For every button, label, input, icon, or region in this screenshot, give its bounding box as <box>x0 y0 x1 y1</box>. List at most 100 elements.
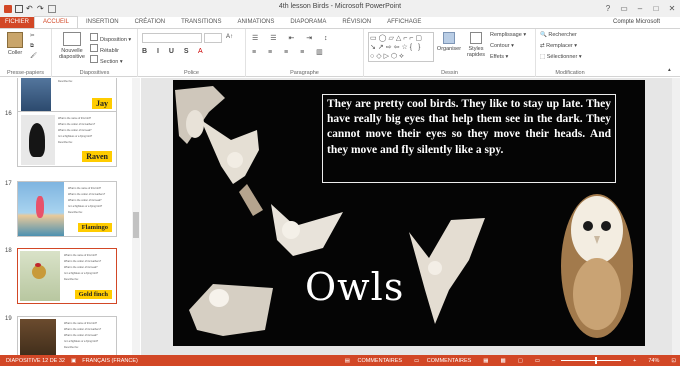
slide-counter[interactable]: DIAPOSITIVE 12 DE 32 <box>6 358 65 364</box>
slide-thumbnail[interactable]: What is the name of this bird? What is t… <box>17 181 117 237</box>
tab-transitions[interactable]: TRANSITIONS <box>173 17 229 28</box>
section-button[interactable]: Section ▾ <box>90 55 123 65</box>
slide-body-textbox[interactable]: They are pretty cool birds. They like to… <box>322 94 616 183</box>
tab-review[interactable]: RÉVISION <box>334 17 379 28</box>
status-right: ▤ COMMENTAIRES ▭ COMMENTAIRES ▦ ▩ ▢ ▭ – … <box>339 355 676 366</box>
ribbon-tabs: FICHIER ACCUEIL INSERTION CRÉATION TRANS… <box>0 16 680 29</box>
close-icon[interactable]: ✕ <box>664 0 680 16</box>
list-buttons[interactable]: ☰ ☰ ⇤ ⇥ ↕ <box>252 34 333 42</box>
font-size-box[interactable] <box>204 33 222 43</box>
cut-icon[interactable]: ✂ <box>30 33 35 39</box>
arrange-label: Organiser <box>436 46 462 52</box>
minimize-icon[interactable]: – <box>632 0 648 16</box>
quick-styles-button[interactable]: Styles rapides <box>464 32 488 58</box>
raven-image <box>21 115 55 165</box>
thumb-question: Describe the: <box>68 211 83 214</box>
zoom-out-icon[interactable]: – <box>552 358 555 364</box>
collapse-ribbon-icon[interactable]: ▴ <box>668 67 671 73</box>
tab-file[interactable]: FICHIER <box>0 17 34 28</box>
barn-owl-image <box>561 194 633 338</box>
group-label-paragraph: Paragraphe <box>290 70 319 76</box>
group-editing: 🔍 Rechercher ⇄ Remplacer ▾ ⬚ Sélectionne… <box>536 29 604 77</box>
new-slide-button[interactable]: Nouvelle diapositive <box>56 32 88 60</box>
replace-label: Remplacer <box>546 43 573 49</box>
font-style-buttons[interactable]: B I U S <box>142 48 193 55</box>
shape-outline-button[interactable]: Contour ▾ <box>490 43 514 49</box>
tab-design[interactable]: CRÉATION <box>127 17 174 28</box>
group-paragraph: ☰ ☰ ⇤ ⇥ ↕ ≡ ≡ ≡ ≡ ▥ Paragraphe <box>246 29 364 77</box>
quick-styles-label: Styles rapides <box>466 46 486 58</box>
thumb-bird-label: Gold finch <box>74 290 112 299</box>
ribbon-options-icon[interactable]: ▭ <box>616 0 632 16</box>
slide-sorter-icon[interactable]: ▩ <box>500 358 505 364</box>
thumb-question: Describe the: <box>58 141 73 144</box>
zoom-level[interactable]: 74% <box>648 358 659 364</box>
comments-label: COMMENTAIRES <box>426 357 472 364</box>
language-indicator[interactable]: FRANÇAIS (FRANCE) <box>82 358 138 364</box>
shape-effects-button[interactable]: Effets ▾ <box>490 54 508 60</box>
slide-number: 16 <box>5 111 12 117</box>
help-icon[interactable]: ? <box>600 0 616 16</box>
owl-image <box>271 204 343 256</box>
turkey-image <box>20 319 56 355</box>
maximize-icon[interactable]: □ <box>648 0 664 16</box>
thumbnail-scroll-thumb[interactable] <box>133 212 139 238</box>
slide-thumbnail[interactable]: Describe the: Jay <box>17 78 117 114</box>
font-color-icon[interactable]: A <box>198 48 203 55</box>
arrange-icon <box>443 32 455 44</box>
arrange-button[interactable]: Organiser <box>436 32 462 52</box>
tab-home[interactable]: ACCUEIL <box>34 16 79 28</box>
spellcheck-icon[interactable]: ▣ <box>71 358 76 364</box>
new-slide-label: Nouvelle diapositive <box>59 48 85 60</box>
grow-font-icon[interactable]: A↑ <box>226 34 233 40</box>
tab-insert[interactable]: INSERTION <box>78 17 127 28</box>
copy-icon[interactable]: ⧉ <box>30 43 34 50</box>
zoom-in-icon[interactable]: + <box>633 358 636 364</box>
group-label-drawing: Dessin <box>441 70 458 76</box>
slideshow-view-icon[interactable]: ▭ <box>535 358 540 364</box>
zoom-slider[interactable] <box>561 357 622 364</box>
tab-animations[interactable]: ANIMATIONS <box>229 17 282 28</box>
account-name[interactable]: Compte Microsoft <box>613 19 660 25</box>
owl-image <box>189 284 273 336</box>
layout-label: Disposition <box>100 37 127 43</box>
layout-button[interactable]: Disposition ▾ <box>90 33 131 43</box>
font-name-box[interactable] <box>142 33 202 43</box>
reset-button[interactable]: Rétablir <box>90 44 119 54</box>
paste-button[interactable]: Coller <box>4 32 26 56</box>
align-buttons[interactable]: ≡ ≡ ≡ ≡ ▥ <box>252 48 328 56</box>
slide-number: 19 <box>5 316 12 322</box>
comments-button[interactable]: ▭ COMMENTAIRES <box>414 358 471 364</box>
group-font: A↑ B I U S A Police <box>138 29 246 77</box>
find-button[interactable]: 🔍 Rechercher <box>540 32 577 38</box>
slide-scrollbar[interactable] <box>672 78 680 355</box>
slide-title[interactable]: Owls <box>305 265 404 309</box>
group-clipboard: Coller ✂ ⧉ 🖌 Presse-papiers <box>0 29 52 77</box>
slide-thumbnail[interactable]: What is the name of this bird? What is t… <box>17 316 117 355</box>
select-button[interactable]: ⬚ Sélectionner ▾ <box>540 54 582 60</box>
status-bar: DIAPOSITIVE 12 DE 32 ▣ FRANÇAIS (FRANCE)… <box>0 355 680 366</box>
reset-label: Rétablir <box>100 48 119 54</box>
normal-view-icon[interactable]: ▦ <box>483 358 488 364</box>
tab-view[interactable]: AFFICHAGE <box>379 17 429 28</box>
thumb-bird-label: Flamingo <box>77 223 112 232</box>
shapes-gallery[interactable]: ▭◯▱△⌐⌐▢ ↘↗⇨⇦☆{ } ○◇▷⬡⟡ <box>368 32 434 62</box>
thumb-bird-label: Jay <box>92 98 112 109</box>
replace-button[interactable]: ⇄ Remplacer ▾ <box>540 43 577 49</box>
shape-fill-button[interactable]: Remplissage ▾ <box>490 32 526 38</box>
shape-outline-label: Contour <box>490 43 510 49</box>
slide-thumbnail-selected[interactable]: What is the name of this bird? What is t… <box>17 248 117 304</box>
section-label: Section <box>100 59 119 65</box>
group-label-editing: Modification <box>555 70 585 76</box>
notes-button[interactable]: ▤ COMMENTAIRES <box>345 358 402 364</box>
thumb-bird-label: Raven <box>82 151 112 162</box>
reading-view-icon[interactable]: ▢ <box>518 358 523 364</box>
slide-thumbnail[interactable]: What is the name of this bird? What is t… <box>17 111 117 167</box>
owl-image <box>201 120 263 216</box>
tab-slideshow[interactable]: DIAPORAMA <box>282 17 334 28</box>
paste-icon <box>7 32 23 48</box>
fit-slide-icon[interactable]: ⊡ <box>671 358 676 364</box>
slide-thumbnail-pane: Describe the: Jay 16 What is the name of… <box>0 78 140 355</box>
format-painter-icon[interactable]: 🖌 <box>30 53 37 59</box>
quick-styles-icon <box>470 32 482 44</box>
